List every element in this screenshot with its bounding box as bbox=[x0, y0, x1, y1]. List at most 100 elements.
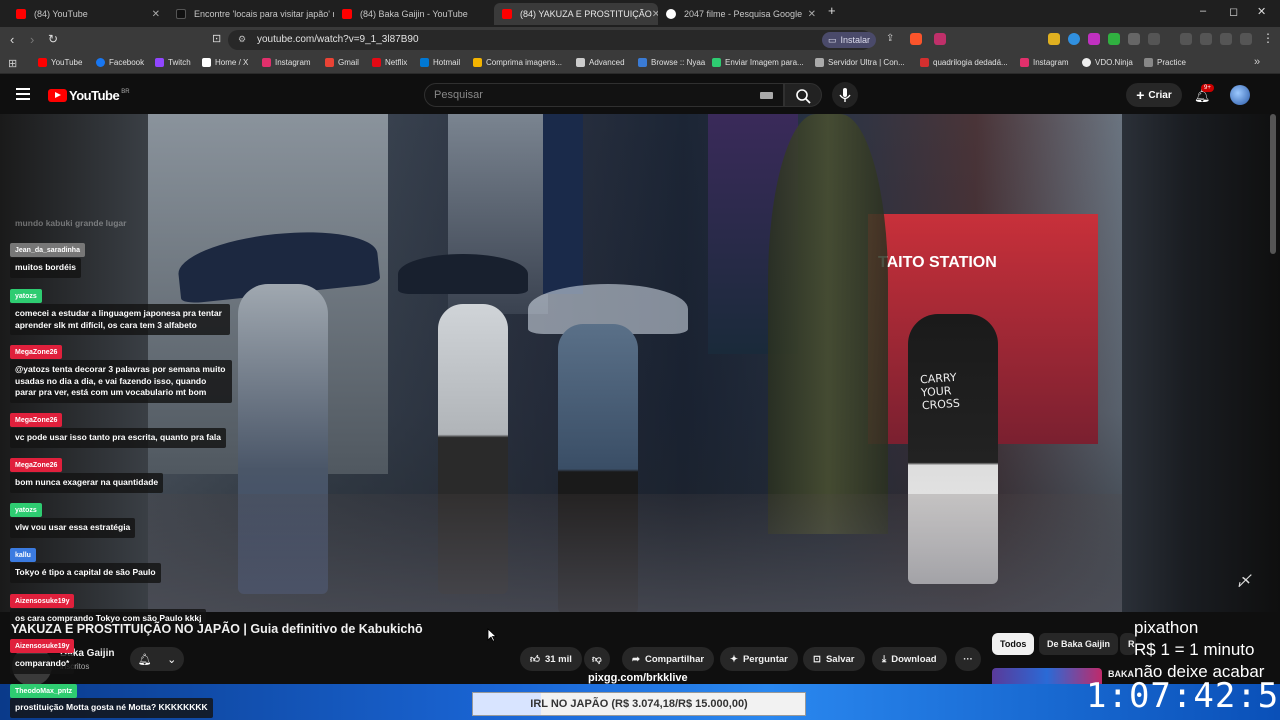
bookmark-twitch[interactable]: Twitch bbox=[155, 58, 191, 67]
voice-search-button[interactable] bbox=[832, 82, 858, 108]
watermark-signature-icon: 〆 bbox=[1236, 572, 1252, 590]
url-text[interactable]: youtube.com/watch?v=9_1_3l87B90 bbox=[257, 34, 419, 45]
donation-goal-bar: IRL NO JAPÃO (R$ 3.074,18/R$ 15.000,00) bbox=[472, 692, 806, 716]
apps-grid-icon[interactable]: ⊞ bbox=[8, 57, 17, 70]
bookmark-vdo-ninja[interactable]: VDO.Ninja bbox=[1082, 58, 1133, 67]
browser-tab-1[interactable]: (84) YouTube ✕ bbox=[8, 3, 168, 25]
bookmark-enviar-imagem[interactable]: Enviar Imagem para... bbox=[712, 58, 804, 67]
stream-background-right bbox=[1122, 114, 1280, 612]
tree-trunk bbox=[768, 114, 888, 534]
browser-tab-3[interactable]: (84) Baka Gaijin - YouTube bbox=[334, 3, 494, 25]
bookmark-facebook[interactable]: Facebook bbox=[96, 58, 144, 67]
bookmark-practice[interactable]: Practice bbox=[1144, 58, 1186, 67]
donation-goal-text: IRL NO JAPÃO (R$ 3.074,18/R$ 15.000,00) bbox=[530, 698, 748, 710]
browser-tab-2[interactable]: Encontre 'locais para visitar japão' no bbox=[168, 3, 334, 25]
chat-username: MegaZone26 bbox=[10, 413, 63, 427]
new-tab-button[interactable]: + bbox=[828, 3, 836, 18]
brave-shield-icon[interactable] bbox=[910, 33, 922, 45]
bookmark-nyaa[interactable]: Browse :: Nyaa bbox=[638, 58, 705, 67]
chat-message: @yatozs tenta decorar 3 palavras por sem… bbox=[10, 360, 232, 403]
vpn-icon[interactable] bbox=[1240, 33, 1252, 45]
pixathon-title: pixathon bbox=[1134, 618, 1199, 637]
download-icon: ⤓ bbox=[882, 653, 887, 665]
dislike-button[interactable]: 👎︎ bbox=[584, 647, 610, 671]
site-info-icon[interactable]: ⚙ bbox=[238, 34, 246, 45]
thumbs-up-icon: 👍︎ bbox=[530, 654, 540, 665]
keyboard-icon[interactable] bbox=[760, 92, 773, 99]
search-icon bbox=[796, 89, 811, 104]
bookmark-icon[interactable]: ⊡ bbox=[212, 32, 221, 45]
more-bookmarks-button[interactable]: » bbox=[1254, 56, 1260, 68]
like-button[interactable]: 👍︎ 31 mil bbox=[520, 647, 582, 671]
extension-icon[interactable] bbox=[1068, 33, 1080, 45]
subscription-bell-button[interactable]: 🔔︎ ⌄ bbox=[130, 647, 184, 671]
hamburger-menu-icon[interactable] bbox=[16, 88, 30, 100]
bookmark-gmail[interactable]: Gmail bbox=[325, 58, 359, 67]
bookmark-comprima[interactable]: Comprima imagens... bbox=[473, 58, 562, 67]
install-app-button[interactable]: ▭ Instalar bbox=[822, 32, 877, 48]
media-icon[interactable] bbox=[1180, 33, 1192, 45]
chat-username: MegaZone26 bbox=[10, 345, 63, 359]
building-blue bbox=[543, 114, 583, 294]
bookmark-x[interactable]: Home / X bbox=[202, 58, 248, 67]
save-button[interactable]: ⊡ Salvar bbox=[803, 647, 865, 671]
ninja-icon bbox=[1082, 58, 1091, 67]
share-page-icon[interactable]: ⇪ bbox=[886, 33, 894, 44]
search-button[interactable] bbox=[784, 83, 822, 107]
tab-close-icon[interactable]: ✕ bbox=[152, 9, 160, 20]
bookmark-instagram[interactable]: Instagram bbox=[262, 58, 311, 67]
close-window-button[interactable]: ✕ bbox=[1257, 5, 1266, 18]
minimize-button[interactable]: – bbox=[1200, 5, 1206, 17]
avatar[interactable] bbox=[1230, 85, 1250, 105]
thumbs-down-icon: 👎︎ bbox=[592, 654, 602, 665]
ask-button[interactable]: ✦ Perguntar bbox=[720, 647, 798, 671]
forward-icon[interactable]: › bbox=[30, 32, 34, 47]
rewards-icon[interactable] bbox=[934, 33, 946, 45]
chat-message: prostituição Motta gosta né Motta? KKKKK… bbox=[10, 698, 213, 718]
bookmark-youtube[interactable]: YouTube bbox=[38, 58, 82, 67]
extensions-puzzle-icon[interactable] bbox=[1128, 33, 1140, 45]
extension-icon[interactable] bbox=[1108, 33, 1120, 45]
x-icon bbox=[202, 58, 211, 67]
sidebar-icon[interactable] bbox=[1200, 33, 1212, 45]
create-button[interactable]: + Criar bbox=[1126, 83, 1182, 107]
back-icon[interactable]: ‹ bbox=[10, 32, 14, 47]
more-actions-button[interactable]: ··· bbox=[955, 647, 981, 671]
bookmark-instagram-2[interactable]: Instagram bbox=[1020, 58, 1069, 67]
chip-all[interactable]: Todos bbox=[992, 633, 1035, 655]
extension-icon[interactable] bbox=[1148, 33, 1160, 45]
bookmark-advanced[interactable]: Advanced bbox=[576, 58, 625, 67]
video-title: YAKUZA E PROSTITUIÇÃO NO JAPÃO | Guia de… bbox=[11, 622, 423, 636]
plus-icon: + bbox=[1136, 87, 1145, 103]
browser-tab-5[interactable]: 2047 filme - Pesquisa Google ✕ bbox=[658, 3, 824, 25]
maximize-button[interactable]: ◻ bbox=[1229, 5, 1238, 18]
page-scrollbar[interactable] bbox=[1270, 114, 1276, 254]
bookmark-servidor[interactable]: Servidor Ultra | Con... bbox=[815, 58, 905, 67]
outlook-icon bbox=[420, 58, 429, 67]
chat-username: yatozs bbox=[10, 289, 42, 303]
browser-tab-active[interactable]: (84) YAKUZA E PROSTITUIÇÃO ✕ bbox=[494, 3, 658, 25]
download-button[interactable]: ⤓ Download bbox=[872, 647, 947, 671]
bookmark-hotmail[interactable]: Hotmail bbox=[420, 58, 460, 67]
menu-icon[interactable]: ⋮ bbox=[1262, 31, 1274, 45]
sparkle-icon: ✦ bbox=[730, 653, 738, 665]
chip-from-channel[interactable]: De Baka Gaijin bbox=[1039, 633, 1119, 655]
bookmark-netflix[interactable]: Netflix bbox=[372, 58, 407, 67]
youtube-favicon-icon bbox=[502, 9, 512, 19]
chat-message: vlw vou usar essa estratégia bbox=[10, 518, 136, 538]
reload-icon[interactable]: ↻ bbox=[48, 32, 58, 46]
share-button[interactable]: ➦ Compartilhar bbox=[622, 647, 715, 671]
tab-close-icon[interactable]: ✕ bbox=[808, 9, 816, 20]
bookmark-save-icon: ⊡ bbox=[813, 653, 821, 665]
extension-icon[interactable] bbox=[1048, 33, 1060, 45]
compress-icon bbox=[473, 58, 482, 67]
gmail-icon bbox=[325, 58, 334, 67]
wallet-icon[interactable] bbox=[1220, 33, 1232, 45]
video-icon bbox=[920, 58, 929, 67]
youtube-logo[interactable]: YouTube BR bbox=[48, 88, 130, 103]
video-player[interactable]: TAITO STATION CARRY YOUR CROSS bbox=[148, 114, 1122, 612]
wet-street bbox=[148, 494, 1122, 612]
chat-username: kallu bbox=[10, 548, 36, 562]
extension-icon[interactable] bbox=[1088, 33, 1100, 45]
bookmark-quadrilogia[interactable]: quadrilogia dedadá... bbox=[920, 58, 1008, 67]
